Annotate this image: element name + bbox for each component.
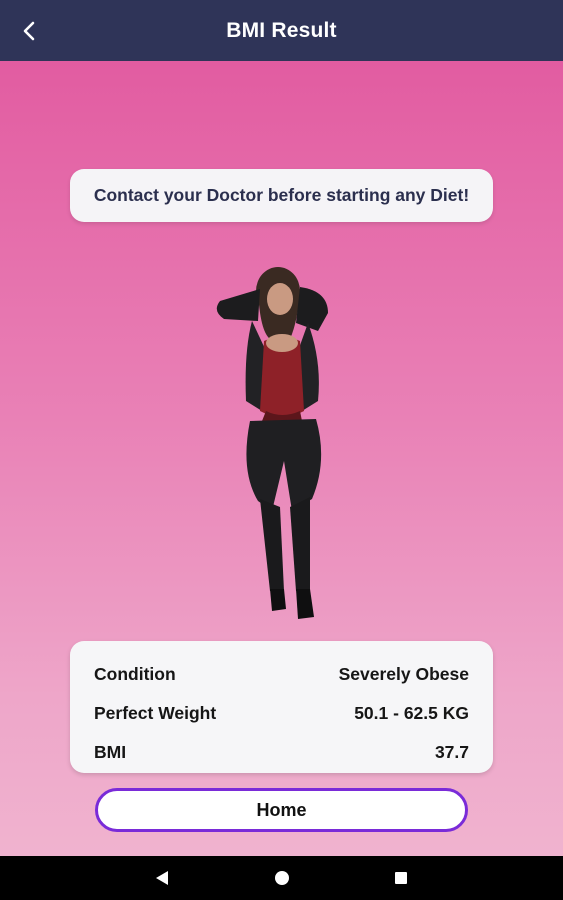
condition-label: Condition <box>94 664 176 684</box>
app-bar: BMI Result <box>0 0 563 61</box>
bmi-result-card: Condition Severely Obese Perfect Weight … <box>70 641 493 773</box>
chevron-left-icon <box>23 21 35 41</box>
content-area: Contact your Doctor before starting any … <box>0 61 563 856</box>
system-navigation-bar <box>0 856 563 900</box>
bmi-value: 37.7 <box>434 742 469 762</box>
back-button[interactable] <box>12 14 46 48</box>
nav-recents-button[interactable] <box>389 866 413 890</box>
home-circle-icon <box>275 871 289 885</box>
perfect-weight-row: Perfect Weight 50.1 - 62.5 KG <box>94 694 469 733</box>
condition-value: Severely Obese <box>338 664 469 684</box>
doctor-warning-text: Contact your Doctor before starting any … <box>93 185 470 205</box>
nav-back-button[interactable] <box>150 866 174 890</box>
recents-square-icon <box>395 872 407 884</box>
perfect-weight-value: 50.1 - 62.5 KG <box>354 703 469 723</box>
doctor-warning-banner: Contact your Doctor before starting any … <box>70 169 493 222</box>
nav-home-button[interactable] <box>270 866 294 890</box>
home-button[interactable]: Home <box>95 788 468 832</box>
bmi-row: BMI 37.7 <box>94 733 469 772</box>
perfect-weight-label: Perfect Weight <box>94 703 217 723</box>
body-figure-image <box>216 267 328 619</box>
condition-row: Condition Severely Obese <box>94 655 469 694</box>
page-title: BMI Result <box>226 18 337 42</box>
back-triangle-icon <box>156 871 168 885</box>
bmi-label: BMI <box>94 742 127 762</box>
